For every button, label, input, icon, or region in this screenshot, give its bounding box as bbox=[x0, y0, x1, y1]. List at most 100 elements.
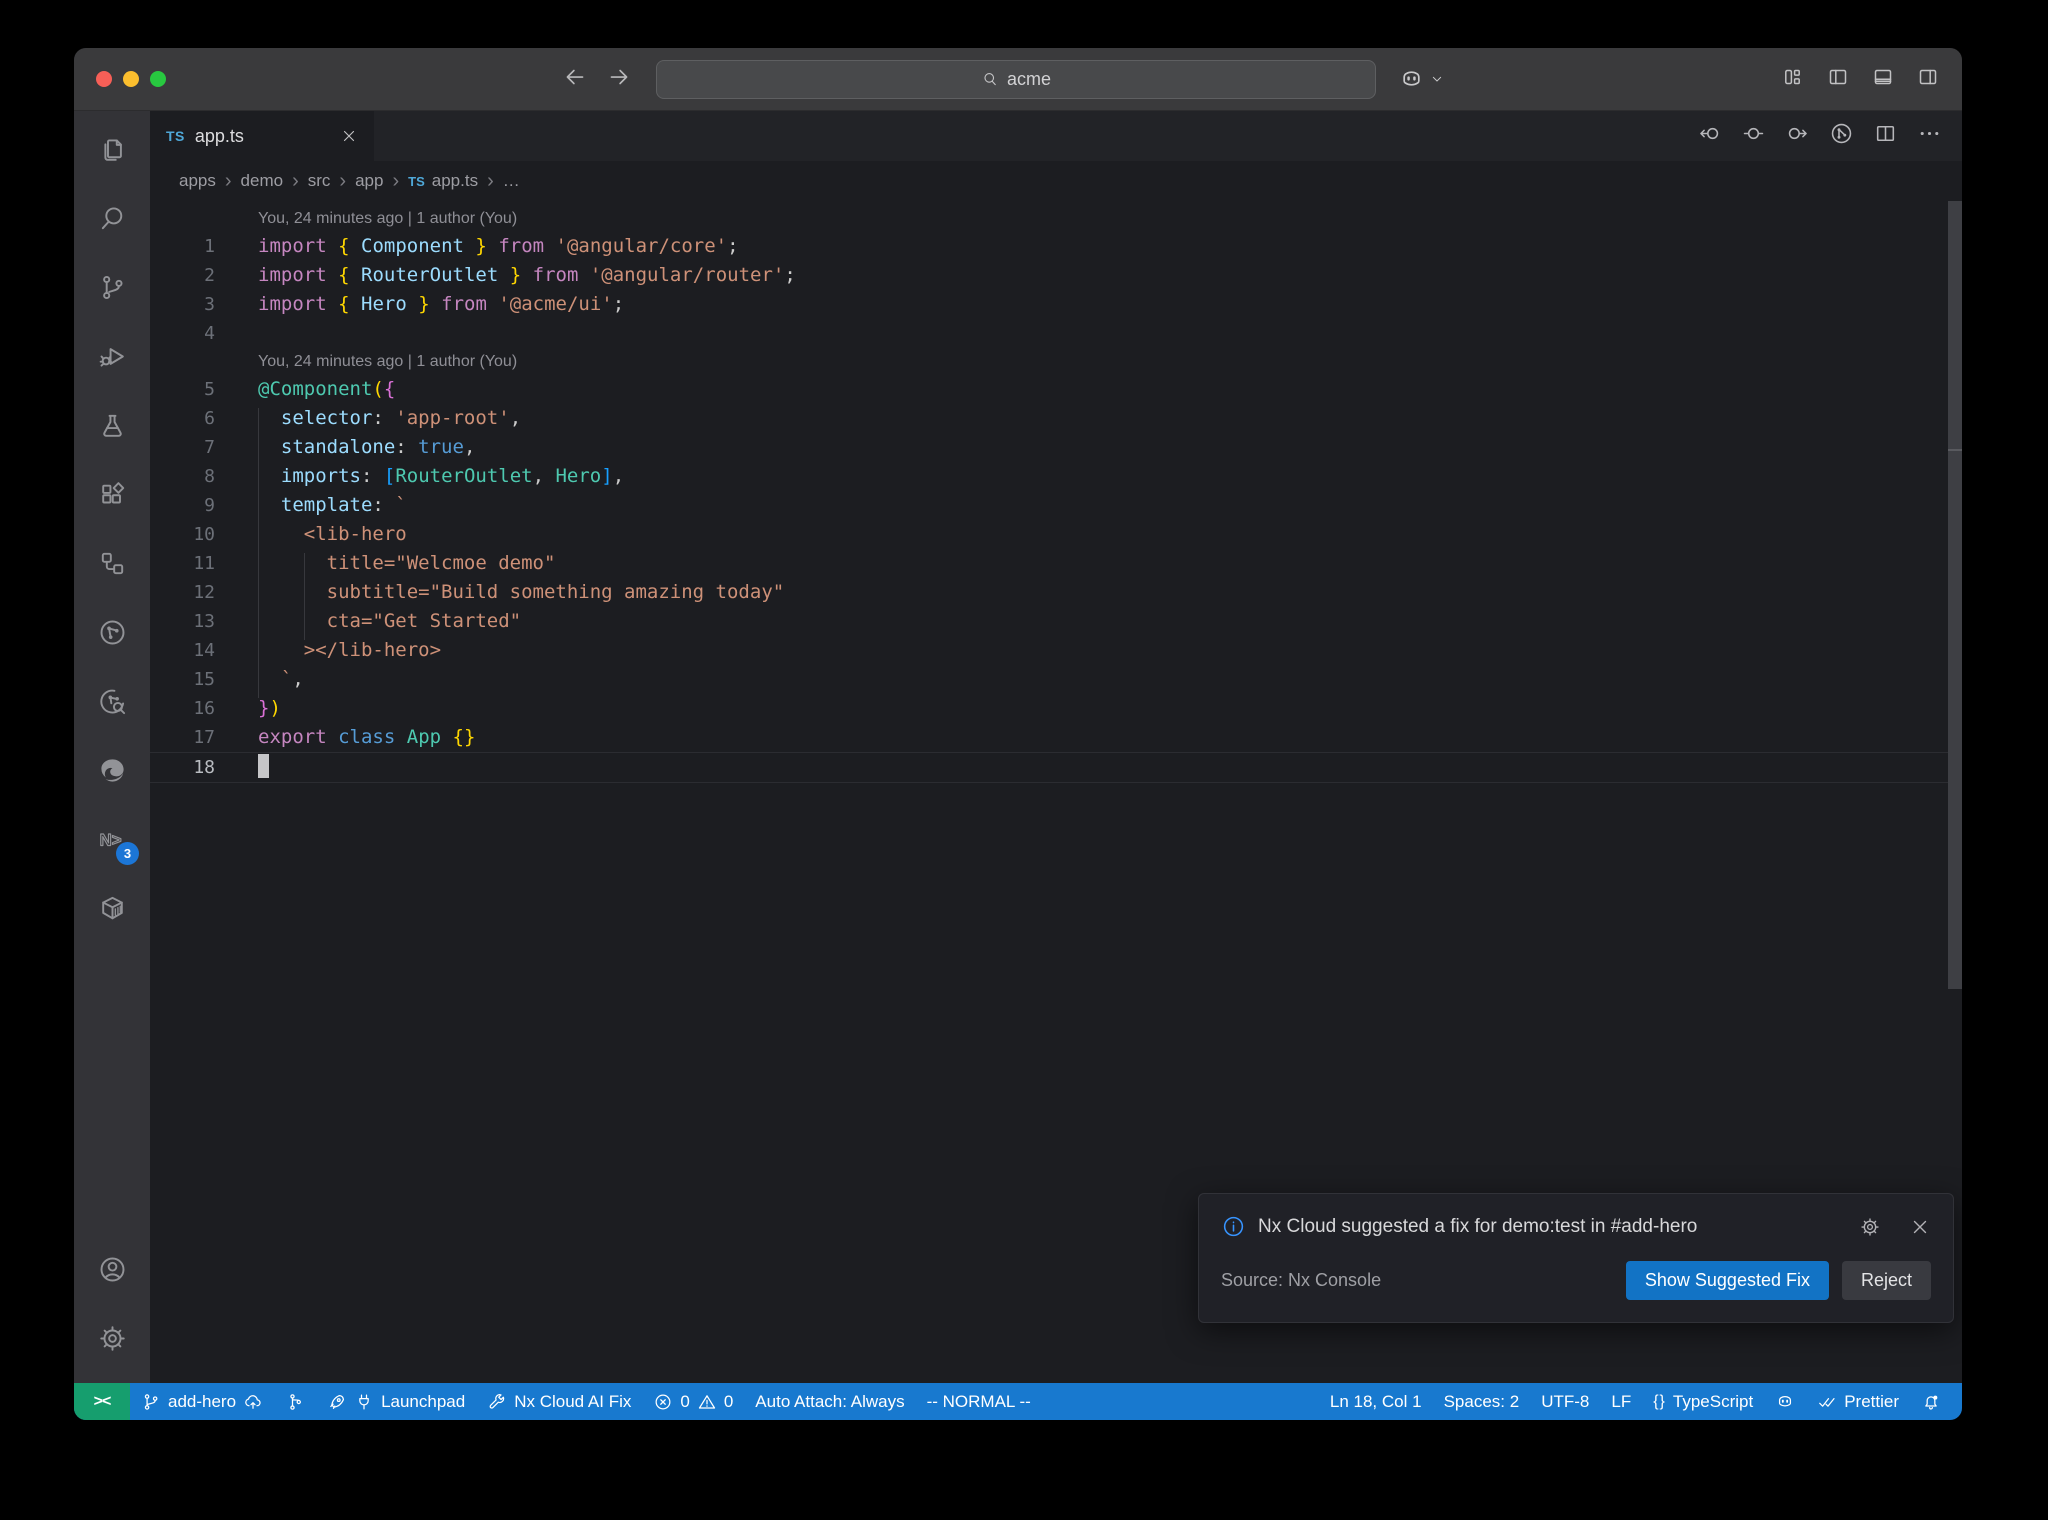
breadcrumb-item-4[interactable]: TS app.ts bbox=[408, 171, 478, 191]
code-text: import { Hero } from '@acme/ui'; bbox=[258, 293, 625, 315]
split-editor-button[interactable] bbox=[1873, 121, 1898, 151]
language-mode-status[interactable]: {} TypeScript bbox=[1642, 1383, 1764, 1420]
code-text: }) bbox=[258, 697, 281, 719]
encoding-status[interactable]: UTF-8 bbox=[1530, 1383, 1600, 1420]
activity-item-settings[interactable] bbox=[88, 1314, 136, 1362]
git-blame-annotation[interactable]: You, 24 minutes ago | 1 author (You) bbox=[150, 348, 1962, 375]
copilot-menu-button[interactable] bbox=[1398, 66, 1445, 93]
forward-button[interactable] bbox=[606, 64, 632, 95]
activity-item-search[interactable] bbox=[88, 194, 136, 242]
gitlens-graph-button[interactable] bbox=[1829, 121, 1854, 151]
vim-mode-status[interactable]: -- NORMAL -- bbox=[916, 1383, 1042, 1420]
tab-app-ts[interactable]: TS app.ts bbox=[150, 111, 374, 161]
line-number: 13 bbox=[193, 611, 215, 632]
activity-item-testing[interactable] bbox=[88, 401, 136, 449]
code-line-6[interactable]: 6 selector: 'app-root', bbox=[150, 404, 1962, 433]
reject-button[interactable]: Reject bbox=[1841, 1261, 1931, 1300]
problems-indicator[interactable]: 00 bbox=[642, 1383, 744, 1420]
code-line-15[interactable]: 15 `, bbox=[150, 665, 1962, 694]
eol-status[interactable]: LF bbox=[1600, 1383, 1642, 1420]
activity-item-edge-browser[interactable] bbox=[88, 746, 136, 794]
activity-item-explorer[interactable] bbox=[88, 125, 136, 173]
cursor-position-status[interactable]: Ln 18, Col 1 bbox=[1319, 1383, 1433, 1420]
code-line-2[interactable]: 2 import { RouterOutlet } from '@angular/… bbox=[150, 261, 1962, 290]
code-line-11[interactable]: 11 title="Welcmoe demo" bbox=[150, 549, 1962, 578]
breadcrumb-item-2[interactable]: src bbox=[308, 171, 331, 191]
code-line-4[interactable]: 4 bbox=[150, 319, 1962, 348]
editor-scrollbar[interactable] bbox=[1948, 201, 1962, 989]
more-actions-button[interactable] bbox=[1917, 121, 1942, 151]
nx-cloud-ai-fix-button[interactable]: Nx Cloud AI Fix bbox=[476, 1383, 642, 1420]
open-changes-button[interactable] bbox=[1741, 121, 1766, 151]
more-icon bbox=[1917, 121, 1942, 146]
auto-attach-status[interactable]: Auto Attach: Always bbox=[744, 1383, 915, 1420]
code-line-5[interactable]: 5 @Component({ bbox=[150, 375, 1962, 404]
line-number: 7 bbox=[204, 437, 215, 458]
code-line-7[interactable]: 7 standalone: true, bbox=[150, 433, 1962, 462]
code-line-8[interactable]: 8 imports: [RouterOutlet, Hero], bbox=[150, 462, 1962, 491]
layout-customize-icon bbox=[1781, 65, 1805, 89]
activity-item-run-and-debug[interactable] bbox=[88, 332, 136, 380]
line-number: 16 bbox=[193, 698, 215, 719]
customize-layout-button[interactable] bbox=[1781, 65, 1805, 94]
git-branch-status[interactable]: add-hero bbox=[130, 1383, 274, 1420]
launchpad-button[interactable]: Launchpad bbox=[316, 1383, 476, 1420]
show-suggested-fix-button[interactable]: Show Suggested Fix bbox=[1625, 1261, 1829, 1300]
code-line-16[interactable]: 16}) bbox=[150, 694, 1962, 723]
code-line-17[interactable]: 17 export class App {} bbox=[150, 723, 1962, 752]
arrow-left-icon bbox=[562, 64, 588, 90]
maximize-window-button[interactable] bbox=[150, 71, 166, 87]
breadcrumb-separator: › bbox=[392, 170, 400, 192]
formatter-status[interactable]: Prettier bbox=[1806, 1383, 1910, 1420]
code-line-18[interactable]: 18 bbox=[150, 752, 1962, 783]
status-label: add-hero bbox=[168, 1391, 237, 1411]
minimize-window-button[interactable] bbox=[123, 71, 139, 87]
git-blame-annotation[interactable]: You, 24 minutes ago | 1 author (You) bbox=[150, 205, 1962, 232]
code-line-10[interactable]: 10 <lib-hero bbox=[150, 520, 1962, 549]
remote-indicator[interactable]: >< bbox=[74, 1383, 130, 1420]
search-icon bbox=[981, 70, 999, 88]
code-line-12[interactable]: 12 subtitle="Build something amazing tod… bbox=[150, 578, 1962, 607]
notification-close-icon[interactable] bbox=[1909, 1216, 1931, 1238]
activity-item-package-explorer[interactable] bbox=[88, 884, 136, 932]
toggle-panel-button[interactable] bbox=[1871, 65, 1895, 94]
activity-item-nx-console[interactable]: 3 bbox=[88, 815, 139, 865]
activity-item-source-control[interactable] bbox=[88, 263, 136, 311]
breadcrumb-label: apps bbox=[179, 171, 216, 190]
cloud-upload-icon bbox=[243, 1392, 263, 1412]
close-window-button[interactable] bbox=[96, 71, 112, 87]
previous-change-button[interactable] bbox=[1697, 121, 1722, 151]
code-line-1[interactable]: 1 import { Component } from '@angular/cor… bbox=[150, 232, 1962, 261]
status-label: LF bbox=[1611, 1391, 1632, 1411]
copilot-status[interactable] bbox=[1764, 1383, 1806, 1420]
line-number: 18 bbox=[193, 757, 215, 778]
next-change-button[interactable] bbox=[1785, 121, 1810, 151]
window-controls bbox=[96, 71, 226, 87]
toggle-primary-sidebar-button[interactable] bbox=[1826, 65, 1850, 94]
activity-item-accounts[interactable] bbox=[88, 1245, 136, 1293]
breadcrumb-separator: › bbox=[224, 170, 232, 192]
code-line-3[interactable]: 3 import { Hero } from '@acme/ui'; bbox=[150, 290, 1962, 319]
breadcrumb-item-3[interactable]: app bbox=[355, 171, 383, 191]
command-center-search[interactable]: acme bbox=[656, 59, 1376, 99]
toggle-secondary-sidebar-button[interactable] bbox=[1916, 65, 1940, 94]
code-line-13[interactable]: 13 cta="Get Started" bbox=[150, 607, 1962, 636]
code-line-14[interactable]: 14 ></lib-hero> bbox=[150, 636, 1962, 665]
breadcrumb-item-5[interactable]: … bbox=[503, 171, 520, 191]
activity-item-nx-project-details[interactable] bbox=[88, 677, 136, 725]
activity-item-extensions[interactable] bbox=[88, 470, 136, 518]
commit-graph-button[interactable] bbox=[274, 1383, 316, 1420]
breadcrumb-item-0[interactable]: apps bbox=[179, 171, 216, 191]
breadcrumb-label: app bbox=[355, 171, 384, 190]
notification-settings-icon[interactable] bbox=[1859, 1216, 1881, 1238]
back-button[interactable] bbox=[562, 64, 588, 95]
indentation-status[interactable]: Spaces: 2 bbox=[1433, 1383, 1531, 1420]
status-label: Prettier bbox=[1844, 1391, 1899, 1411]
status-label: Spaces: 2 bbox=[1443, 1391, 1520, 1411]
code-line-9[interactable]: 9 template: ` bbox=[150, 491, 1962, 520]
activity-item-nx-graph[interactable] bbox=[88, 608, 136, 656]
activity-item-project-structure[interactable] bbox=[88, 539, 136, 587]
close-tab-icon[interactable] bbox=[340, 127, 358, 145]
breadcrumb-item-1[interactable]: demo bbox=[241, 171, 284, 191]
notifications-bell[interactable] bbox=[1910, 1383, 1952, 1420]
